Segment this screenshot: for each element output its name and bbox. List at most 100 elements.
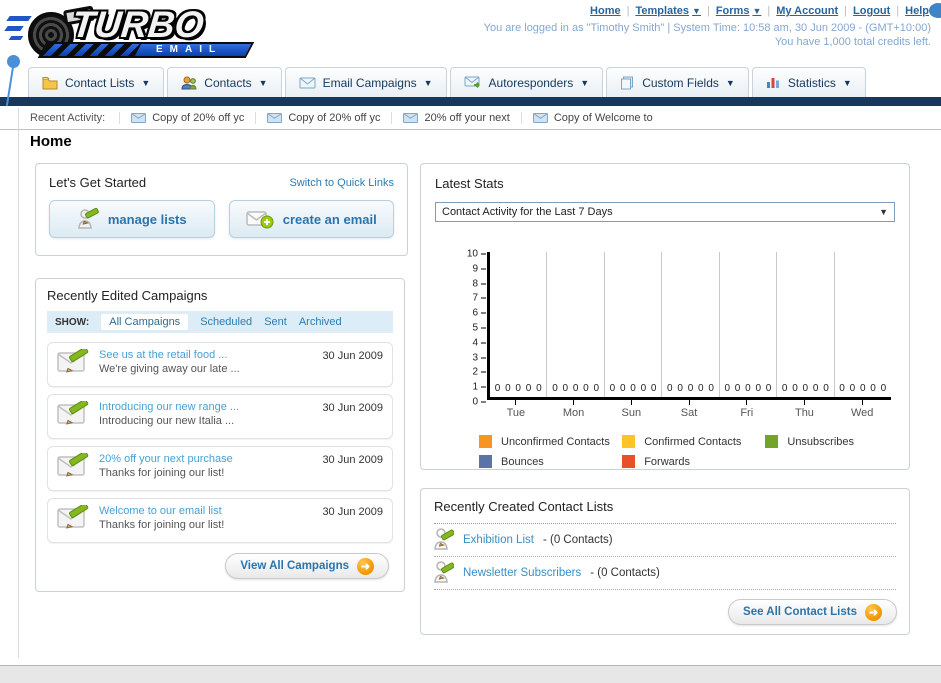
campaign-row[interactable]: Welcome to our email list Thanks for joi… (47, 498, 393, 543)
recent-activity-item[interactable]: Copy of 20% off yc (255, 111, 391, 124)
campaign-title-link[interactable]: See us at the retail food ... (99, 349, 322, 361)
separator (896, 5, 899, 17)
app-viewport: TURBO EMAIL Home Templates▼ Forms▼ My Ac… (0, 0, 941, 683)
legend-swatch (622, 435, 636, 448)
logo-flame-decoration (8, 36, 24, 40)
y-axis-tick: 6 (472, 308, 486, 319)
recent-activity-item[interactable]: Copy of Welcome to (520, 111, 664, 124)
bar-value-label: 0 (572, 383, 579, 394)
campaign-row[interactable]: See us at the retail food ... We're givi… (47, 342, 393, 387)
legend-item: Unsubscribes (765, 435, 908, 448)
stats-report-dropdown[interactable]: Contact Activity for the Last 7 Days ▼ (435, 202, 895, 222)
tab-custom-fields[interactable]: Custom Fields ▼ (606, 67, 749, 97)
tab-autoresponders[interactable]: Autoresponders ▼ (449, 67, 604, 97)
envelope-icon (403, 112, 419, 123)
y-axis-tick: 1 (472, 382, 486, 393)
header-link-templates[interactable]: Templates ▼ (635, 5, 701, 17)
filter-archived[interactable]: Archived (299, 316, 342, 328)
logo-title: TURBO (69, 4, 206, 45)
manage-lists-label: manage lists (107, 211, 187, 227)
header-link-forms[interactable]: Forms ▼ (716, 5, 762, 17)
campaign-row[interactable]: Introducing our new range ... Introducin… (47, 394, 393, 439)
contact-activity-chart: 00000000000000000000000000000000000 0123… (467, 249, 891, 408)
view-all-campaigns-button[interactable]: View All Campaigns ➜ (225, 553, 389, 579)
header-link-home[interactable]: Home (590, 5, 621, 17)
contact-list-link[interactable]: Exhibition List (463, 534, 534, 546)
latest-stats-title: Latest Stats (435, 176, 504, 191)
recent-activity-item[interactable]: 20% off your next (391, 111, 520, 124)
tab-contact-lists[interactable]: Contact Lists ▼ (28, 67, 165, 97)
manage-lists-icon (78, 208, 99, 229)
header-link-help[interactable]: Help (905, 5, 929, 17)
chart-x-axis: Tue Mon Sun Sat Fri Thu Wed (487, 400, 891, 419)
envelope-icon (299, 77, 316, 88)
y-axis-tick: 2 (472, 367, 486, 378)
list-edit-icon (434, 528, 454, 550)
campaign-date: 30 Jun 2009 (322, 350, 383, 362)
y-axis-tick: 7 (472, 293, 486, 304)
create-email-button[interactable]: create an email (228, 200, 394, 238)
tab-label: Email Campaigns (322, 75, 417, 90)
get-started-title: Let's Get Started (49, 175, 147, 190)
legend-swatch (622, 455, 636, 468)
statistics-icon (766, 78, 779, 88)
envelope-edit-icon (57, 349, 89, 373)
chart-day-group: 00000 (490, 252, 548, 397)
chevron-down-icon: ▼ (258, 77, 268, 88)
y-axis-tick: 8 (472, 278, 486, 289)
filter-scheduled[interactable]: Scheduled (200, 316, 252, 328)
show-label: SHOW: (55, 316, 90, 328)
contact-list-row[interactable]: Newsletter Subscribers - (0 Contacts) (434, 557, 896, 590)
separator (844, 5, 847, 17)
bar-value-label: 0 (583, 383, 589, 394)
switch-to-quick-links[interactable]: Switch to Quick Links (289, 177, 394, 189)
header-link-logout[interactable]: Logout (853, 5, 890, 17)
bar-value-label: 0 (724, 383, 731, 394)
x-axis-label: Sat (660, 400, 718, 419)
x-axis-label: Fri (718, 400, 776, 419)
chart-day-group: 00000 (720, 252, 778, 397)
header-link-my-account[interactable]: My Account (776, 5, 838, 17)
bar-value-label: 0 (823, 383, 829, 394)
chart-legend: Unconfirmed Contacts Confirmed Contacts Un… (479, 435, 909, 475)
tab-email-campaigns[interactable]: Email Campaigns ▼ (284, 67, 447, 97)
x-axis-label: Tue (487, 400, 545, 419)
filter-all-campaigns[interactable]: All Campaigns (101, 314, 189, 330)
campaign-text: See us at the retail food ... We're givi… (99, 349, 322, 375)
bar-value-label: 0 (525, 383, 532, 394)
campaign-title-link[interactable]: 20% off your next purchase (99, 453, 322, 465)
chevron-down-icon: ▼ (752, 6, 762, 16)
logo-flame-decoration (4, 26, 24, 31)
contact-list-row[interactable]: Exhibition List - (0 Contacts) (434, 524, 896, 557)
recent-activity-label: Recent Activity: (30, 111, 106, 124)
envelope-icon (267, 112, 283, 123)
envelope-edit-icon (57, 453, 89, 477)
filter-sent[interactable]: Sent (264, 316, 287, 328)
contact-list-link[interactable]: Newsletter Subscribers (463, 567, 581, 579)
campaign-date: 30 Jun 2009 (322, 402, 383, 414)
legend-label: Unconfirmed Contacts (501, 435, 610, 448)
latest-stats-panel: Latest Stats Contact Activity for the La… (420, 163, 910, 470)
recent-activity-item[interactable]: Copy of 20% off yc (119, 111, 255, 124)
legend-item: Forwards (622, 455, 765, 468)
chevron-down-icon: ▼ (879, 207, 888, 217)
arrow-right-icon: ➜ (865, 603, 882, 621)
tab-statistics[interactable]: Statistics ▼ (751, 67, 866, 97)
campaign-title-link[interactable]: Welcome to our email list (99, 505, 322, 517)
y-axis-tick: 5 (472, 323, 486, 334)
tab-contacts[interactable]: Contacts ▼ (167, 67, 282, 97)
envelope-icon (532, 112, 548, 123)
legend-item: Unconfirmed Contacts (479, 435, 622, 448)
credits-info: You have 1,000 total credits left. (774, 36, 931, 48)
help-balloon-icon[interactable] (929, 3, 941, 18)
see-all-contact-lists-button[interactable]: See All Contact Lists ➜ (728, 599, 897, 625)
envelope-icon (131, 112, 147, 123)
campaign-subtitle: We're giving away our late ... (99, 363, 240, 375)
chart-day-group: 00000 (605, 252, 663, 397)
campaign-row[interactable]: 20% off your next purchase Thanks for jo… (47, 446, 393, 491)
legend-item: Confirmed Contacts (622, 435, 765, 448)
bar-value-label: 0 (870, 383, 876, 394)
campaign-title-link[interactable]: Introducing our new range ... (99, 401, 322, 413)
manage-lists-button[interactable]: manage lists (49, 200, 215, 238)
bar-value-label: 0 (698, 383, 704, 394)
